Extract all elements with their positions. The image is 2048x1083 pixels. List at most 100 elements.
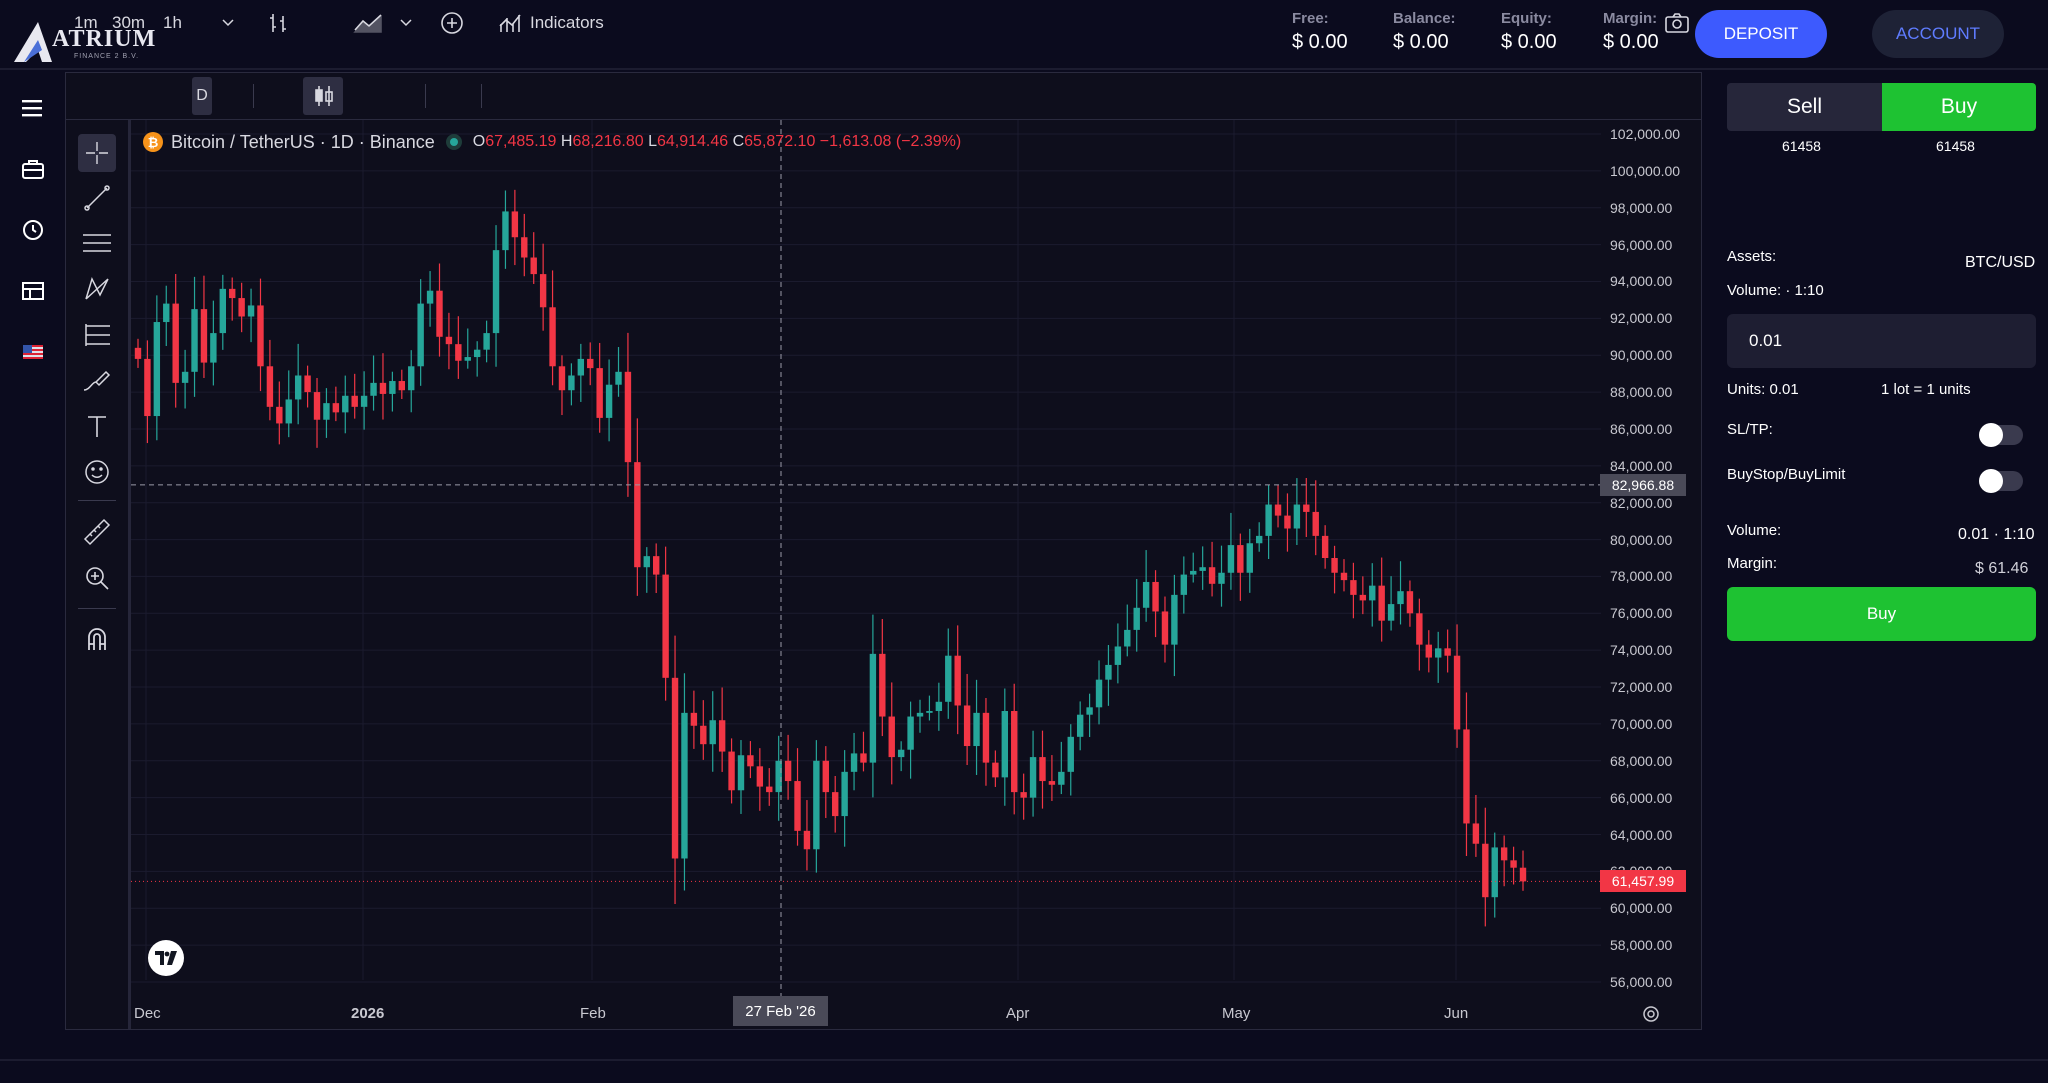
brush-icon[interactable] — [78, 362, 116, 400]
candle-down — [379, 382, 387, 394]
candle-down — [1425, 644, 1432, 658]
candle-up — [916, 712, 924, 717]
interval-1m[interactable]: 1m — [74, 0, 98, 46]
chart-legend: ₿ Bitcoin / TetherUS · 1D · Binance O67,… — [143, 131, 961, 153]
y-tick-label: 92,000.00 — [1610, 310, 1673, 327]
candle-up — [1142, 581, 1150, 608]
crosshair-icon[interactable] — [78, 134, 116, 172]
horizontal-lines-icon[interactable] — [78, 224, 116, 262]
x-tick-label: Feb — [580, 1005, 606, 1022]
candle-up — [1491, 847, 1498, 898]
candle-down — [822, 760, 829, 793]
ruler-icon[interactable] — [78, 513, 116, 551]
buystop-toggle[interactable] — [1979, 469, 2023, 493]
camera-icon[interactable] — [1664, 0, 1690, 46]
sltp-toggle[interactable] — [1979, 423, 2023, 447]
interval-30m[interactable]: 30m — [112, 0, 145, 46]
fib-icon[interactable] — [78, 316, 116, 354]
candle-up — [813, 760, 820, 850]
candle-up — [483, 333, 490, 350]
candle-up — [1190, 570, 1197, 575]
candle-up — [389, 381, 396, 394]
candle-down — [1331, 558, 1338, 573]
candle-down — [455, 344, 462, 361]
text-icon[interactable] — [78, 407, 116, 445]
candle-down — [1284, 515, 1291, 529]
candle-up — [163, 303, 170, 323]
candle-down — [436, 290, 443, 337]
buy-button[interactable]: Buy — [1727, 587, 2036, 641]
toolbar-divider — [425, 84, 426, 108]
bar-chart-icon[interactable] — [267, 0, 289, 46]
chart-settings-icon[interactable] — [1641, 1004, 1661, 1024]
candle-down — [747, 755, 754, 767]
symbol-title[interactable]: Bitcoin / TetherUS · 1D · Binance — [171, 132, 435, 153]
clock-icon[interactable] — [18, 215, 48, 245]
candle-up — [841, 771, 848, 817]
menu-icon[interactable] — [18, 93, 48, 123]
zoom-icon[interactable] — [78, 559, 116, 597]
candle-down — [238, 298, 245, 317]
candle-down — [1340, 572, 1348, 581]
toolbar-divider — [481, 84, 482, 108]
volume-leverage-label: Volume: · 1:10 — [1727, 282, 1824, 299]
candle-down — [587, 358, 594, 369]
magnet-icon[interactable] — [78, 620, 116, 658]
stat-free: Free: $ 0.00 — [1292, 10, 1348, 53]
candle-down — [803, 830, 811, 850]
candle-down — [1519, 867, 1527, 882]
account-button[interactable]: ACCOUNT — [1872, 10, 2004, 58]
candle-up — [577, 358, 585, 376]
toggle-knob — [1979, 469, 2003, 493]
candle-down — [313, 392, 321, 420]
buy-price: 61458 — [1936, 138, 1975, 154]
margin-value: $ 61.46 — [1975, 560, 2029, 577]
emoji-icon[interactable] — [78, 453, 116, 491]
candle-down — [1048, 781, 1056, 785]
candle-down — [1161, 611, 1169, 645]
candle-up — [1029, 757, 1037, 798]
candle-up — [426, 290, 434, 304]
buystop-label: BuyStop/BuyLimit — [1727, 466, 1846, 483]
crosshair-price-tag: 82,966.88 — [1600, 473, 1686, 496]
briefcase-icon[interactable] — [18, 154, 48, 184]
interval-1h[interactable]: 1h — [163, 0, 182, 46]
candle-down — [728, 751, 735, 791]
y-tick-label: 56,000.00 — [1610, 974, 1673, 990]
trendline-icon[interactable] — [78, 179, 116, 217]
tradingview-logo-icon[interactable] — [148, 940, 184, 976]
candle-down — [1416, 613, 1423, 645]
compare-add-icon[interactable] — [440, 0, 464, 46]
candle-up — [153, 322, 161, 417]
interval-dropdown-icon[interactable] — [222, 0, 234, 46]
pattern-icon[interactable] — [78, 270, 116, 308]
candle-up — [1171, 594, 1178, 645]
us-flag-icon[interactable] — [18, 337, 48, 367]
indicators-button[interactable]: Indicators — [498, 0, 604, 46]
candles-icon[interactable] — [303, 77, 343, 115]
candle-up — [1246, 543, 1253, 573]
candle-down — [539, 274, 547, 308]
area-chart-icon[interactable] — [353, 0, 383, 46]
buy-tab[interactable]: Buy — [1882, 83, 2036, 131]
table-icon[interactable] — [18, 276, 48, 306]
stat-equity: Equity: $ 0.00 — [1501, 10, 1557, 53]
candle-down — [1039, 757, 1046, 782]
candle-down — [766, 786, 773, 793]
deposit-button[interactable]: DEPOSIT — [1695, 10, 1827, 58]
price-chart[interactable] — [131, 120, 1701, 1029]
candle-down — [1152, 581, 1159, 612]
svg-text:₿: ₿ — [148, 135, 159, 150]
chart-type-dropdown-icon[interactable] — [400, 0, 412, 46]
candle-down — [662, 574, 669, 678]
interval-d[interactable]: D — [192, 77, 212, 115]
candle-up — [1227, 545, 1235, 573]
chart-overlay — [131, 120, 1601, 1000]
candle-down — [144, 358, 151, 417]
candle-up — [219, 288, 226, 334]
candle-up — [247, 305, 255, 317]
volume-input[interactable] — [1727, 314, 2036, 368]
candle-down — [963, 705, 971, 747]
sell-tab[interactable]: Sell — [1727, 83, 1882, 131]
candle-up — [1265, 504, 1272, 536]
